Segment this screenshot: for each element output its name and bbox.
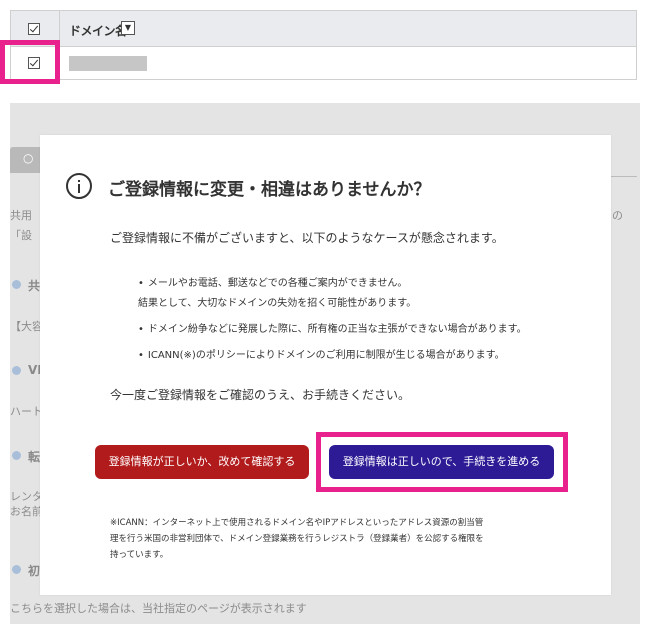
select-all-checkbox[interactable] xyxy=(28,23,40,35)
domain-name-column-header: ドメイン名 xyxy=(69,24,127,38)
background-bullet-icon xyxy=(12,366,21,375)
tab-icon: ○ xyxy=(23,151,34,165)
background-bullet-icon xyxy=(12,565,21,574)
domain-table: ドメイン名 ▼ xyxy=(10,10,637,80)
checkbox-highlight-frame xyxy=(0,40,60,84)
background-heading: 初 xyxy=(28,564,41,578)
list-item-continuation: 結果として、大切なドメインの失効を招く可能性があります。 xyxy=(138,298,417,309)
background-text: ハート xyxy=(10,405,43,418)
background-heading: 共 xyxy=(28,279,41,293)
footnote-line: ※ICANN：インターネット上で使用されるドメイン名やIPアドレスといったアドレ… xyxy=(110,518,484,528)
background-text: こちらを選択した場合は、当社指定のページが表示されます xyxy=(10,602,307,615)
table-row xyxy=(11,47,636,80)
background-text: お名前 xyxy=(10,505,43,518)
background-text: 共用 xyxy=(10,209,32,222)
domain-name-redacted xyxy=(69,56,147,71)
background-text: 「設 xyxy=(10,229,32,242)
list-item: ICANN(※)のポリシーによりドメインのご利用に制限が生じる場合があります。 xyxy=(138,346,505,361)
background-text: 【大容 xyxy=(10,320,43,333)
background-text: レンタ xyxy=(10,490,43,503)
button-highlight-frame xyxy=(316,432,568,492)
background-tab: ○ xyxy=(10,147,40,173)
background-bullet-icon xyxy=(12,451,21,460)
footnote-line: 理を行う米国の非営利団体で、ドメイン登録業務を行うレジストラ（登録業者）を公認す… xyxy=(110,534,484,544)
list-item: ドメイン紛争などに発展した際に、所有権の正当な主張ができない場合があります。 xyxy=(138,320,527,335)
background-text: の xyxy=(612,209,623,222)
table-header: ドメイン名 ▼ xyxy=(11,11,636,47)
info-icon xyxy=(66,173,92,199)
confirm-instruction: 今一度ご登録情報をご確認のうえ、お手続きください。 xyxy=(110,388,411,402)
background-divider xyxy=(610,176,637,177)
modal-title: ご登録情報に変更・相違はありませんか？ xyxy=(108,180,431,200)
modal-intro: ご登録情報に不備がございますと、以下のようなケースが懸念されます。 xyxy=(110,231,504,245)
background-heading: 転 xyxy=(28,450,41,464)
background-bullet-icon xyxy=(12,280,21,289)
footnote-line: 持っています。 xyxy=(110,550,169,560)
list-item: メールやお電話、郵送などでの各種ご案内ができません。 xyxy=(138,274,408,289)
recheck-registration-button[interactable]: 登録情報が正しいか、改めて確認する xyxy=(95,445,309,479)
sort-dropdown-icon[interactable]: ▼ xyxy=(121,21,135,35)
